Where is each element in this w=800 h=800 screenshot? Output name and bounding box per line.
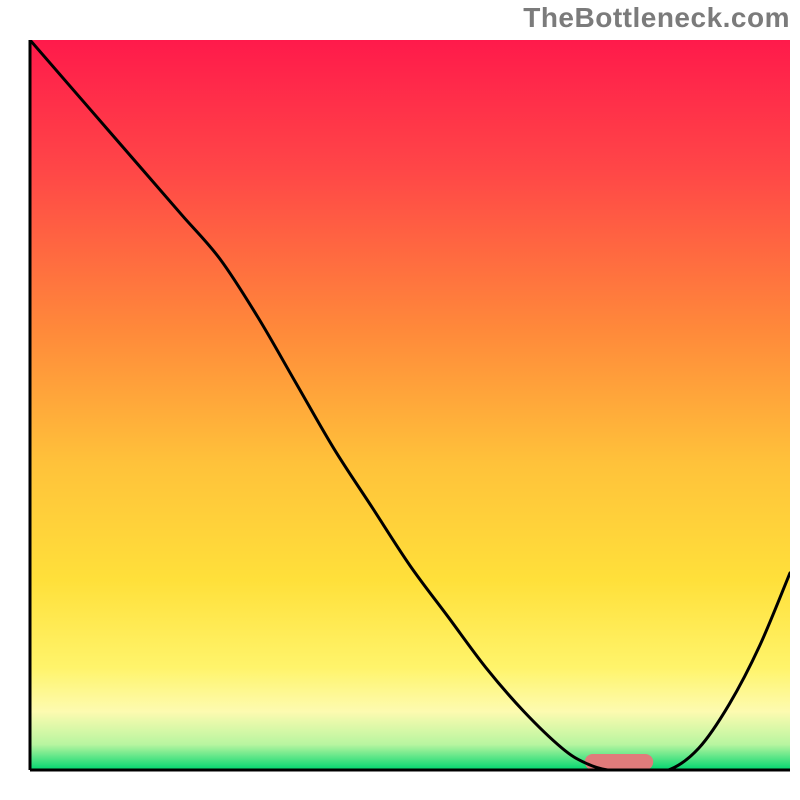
chart-svg [0, 0, 800, 800]
chart-canvas: TheBottleneck.com [0, 0, 800, 800]
plot-background [30, 40, 790, 770]
watermark-text: TheBottleneck.com [523, 2, 790, 34]
